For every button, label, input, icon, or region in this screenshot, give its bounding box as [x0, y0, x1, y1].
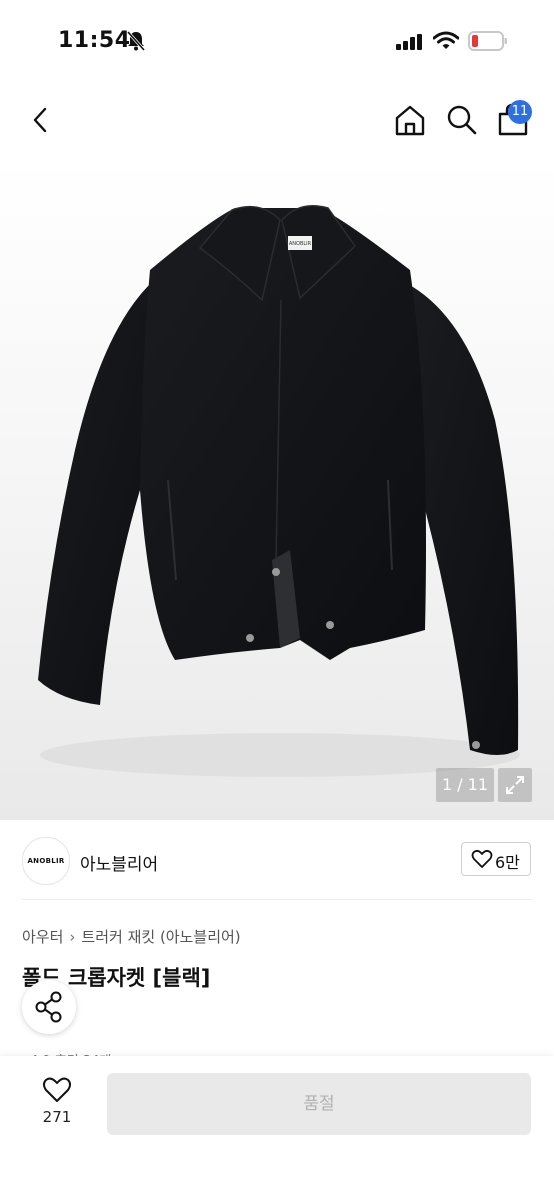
brand-like-count: 6만	[495, 853, 520, 872]
bell-muted-icon	[126, 31, 146, 51]
brand-name[interactable]: 아노블리어	[80, 850, 158, 875]
fullscreen-button[interactable]	[498, 768, 532, 802]
product-image-gallery[interactable]: ANOBLIR	[0, 160, 554, 820]
cellular-signal-icon	[396, 34, 422, 50]
breadcrumb-category[interactable]: 아우터	[22, 926, 63, 947]
brand-like-button[interactable]: 6만	[461, 842, 531, 876]
wishlist-count: 271	[42, 1108, 72, 1126]
breadcrumb: 아우터 › 트러커 재킷 (아노블리어)	[22, 926, 241, 947]
home-icon	[395, 105, 425, 136]
search-icon	[447, 105, 477, 135]
home-button[interactable]	[392, 102, 428, 138]
status-time: 11:54	[58, 28, 131, 53]
cart-count-badge: 11	[508, 100, 532, 124]
section-divider	[22, 899, 532, 900]
battery-low-icon	[468, 31, 507, 51]
wifi-icon	[433, 31, 459, 49]
breadcrumb-subcategory[interactable]: 트러커 재킷 (아노블리어)	[81, 926, 240, 947]
brand-logo[interactable]: ANOBLIR	[22, 837, 70, 885]
heart-icon	[471, 849, 493, 868]
status-bar: 11:54	[0, 0, 554, 80]
chevron-left-icon	[33, 107, 47, 133]
search-button[interactable]	[444, 102, 480, 138]
share-button[interactable]	[22, 980, 76, 1034]
wishlist-button[interactable]: 271	[30, 1074, 84, 1134]
image-counter: 1 / 11	[436, 768, 494, 802]
brand-row: ANOBLIR 아노블리어 6만	[0, 832, 554, 892]
back-button[interactable]	[24, 102, 58, 138]
product-image-jacket: ANOBLIR	[38, 205, 520, 777]
top-nav	[0, 90, 554, 154]
neck-label-text: ANOBLIR	[289, 241, 312, 247]
share-icon	[35, 991, 62, 1023]
chevron-right-icon: ›	[69, 928, 76, 946]
sold-out-button[interactable]: 품절	[107, 1073, 531, 1135]
heart-icon	[43, 1077, 71, 1102]
expand-icon	[506, 776, 524, 794]
